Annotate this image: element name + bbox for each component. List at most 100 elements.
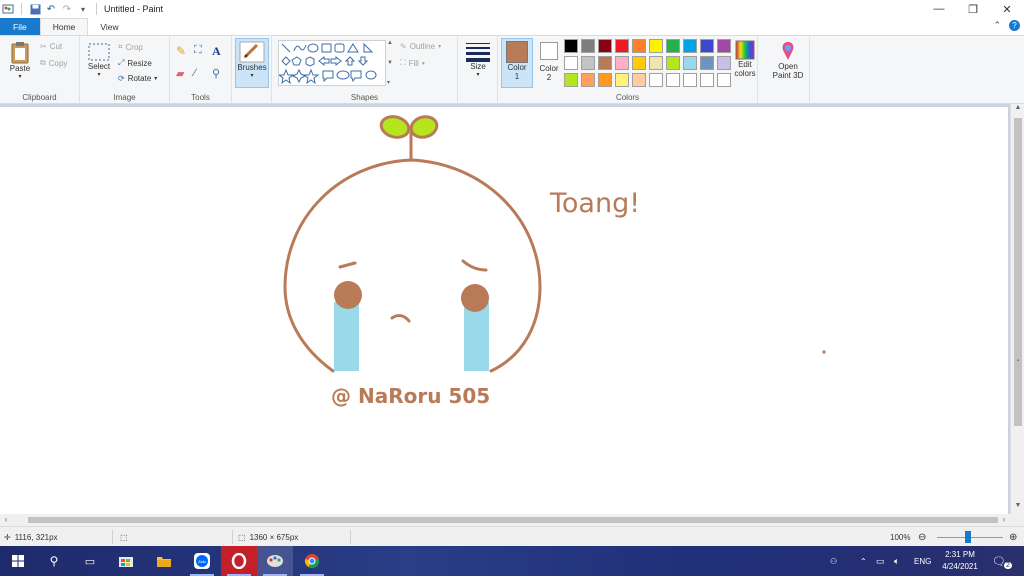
- select-button[interactable]: Select ▾: [84, 42, 114, 80]
- paste-button[interactable]: Paste ▾: [6, 40, 34, 82]
- color-picker-icon[interactable]: ⁄: [194, 67, 212, 80]
- palette-swatch[interactable]: [666, 73, 680, 87]
- file-explorer-icon[interactable]: [146, 546, 182, 576]
- horizontal-scroll-thumb[interactable]: [28, 517, 998, 523]
- customize-qat-icon[interactable]: ▾: [77, 3, 89, 15]
- palette-swatch[interactable]: [717, 56, 731, 70]
- palette-swatch[interactable]: [700, 73, 714, 87]
- task-view-icon[interactable]: ▭: [72, 546, 108, 576]
- taskbar-clock[interactable]: 2:31 PM 4/24/2021: [932, 549, 988, 573]
- size-button[interactable]: Size ▾: [464, 42, 492, 80]
- action-center-icon[interactable]: 🗨︎ 2: [992, 546, 1012, 576]
- palette-swatch[interactable]: [683, 56, 697, 70]
- palette-swatch[interactable]: [700, 56, 714, 70]
- chrome-icon[interactable]: [294, 546, 330, 576]
- minimize-ribbon-icon[interactable]: ⌃: [993, 20, 1001, 31]
- palette-swatch[interactable]: [649, 73, 663, 87]
- palette-swatch[interactable]: [717, 39, 731, 53]
- tab-view[interactable]: View: [88, 18, 130, 35]
- paste-dropdown-icon[interactable]: ▾: [18, 73, 21, 82]
- zoom-slider-thumb[interactable]: [965, 531, 971, 543]
- paint-taskbar-icon[interactable]: [257, 546, 293, 576]
- windows-store-icon[interactable]: [108, 546, 144, 576]
- zoom-in-icon[interactable]: ⊕: [1009, 527, 1017, 547]
- palette-swatch[interactable]: [564, 73, 578, 87]
- language-indicator[interactable]: ENG: [914, 546, 931, 576]
- minimize-button[interactable]: —: [922, 0, 956, 18]
- eraser-icon[interactable]: ▰: [176, 67, 194, 80]
- scroll-down-icon[interactable]: ▼: [1011, 502, 1024, 514]
- color1-button[interactable]: Color 1: [501, 38, 533, 88]
- palette-swatch[interactable]: [615, 73, 629, 87]
- palette-swatch[interactable]: [666, 39, 680, 53]
- vertical-scroll-thumb[interactable]: [1014, 118, 1022, 426]
- scroll-up-icon[interactable]: ▲: [1011, 104, 1024, 116]
- palette-swatch[interactable]: [632, 39, 646, 53]
- crop-button[interactable]: ⌗ Crop: [118, 42, 143, 52]
- palette-swatch[interactable]: [581, 39, 595, 53]
- horizontal-scrollbar[interactable]: ‹ ›: [0, 514, 1024, 526]
- scroll-right-icon[interactable]: ›: [998, 514, 1010, 526]
- edit-colors-button[interactable]: Edit colors: [730, 40, 760, 78]
- palette-swatch[interactable]: [615, 39, 629, 53]
- redo-icon[interactable]: ↷: [61, 3, 73, 15]
- close-button[interactable]: ✕: [990, 0, 1024, 18]
- palette-swatch[interactable]: [581, 56, 595, 70]
- palette-swatch[interactable]: [564, 39, 578, 53]
- show-hidden-icons[interactable]: ⌃: [860, 546, 867, 576]
- start-button[interactable]: [0, 546, 36, 576]
- undo-icon[interactable]: ↶: [45, 3, 57, 15]
- tab-file[interactable]: File: [0, 18, 40, 35]
- vertical-scrollbar[interactable]: ▲ ▪ ▼: [1010, 104, 1024, 514]
- paint-app-icon[interactable]: [2, 3, 14, 15]
- palette-swatch[interactable]: [632, 56, 646, 70]
- palette-swatch[interactable]: [598, 39, 612, 53]
- color2-button[interactable]: Color 2: [535, 40, 563, 82]
- resize-button[interactable]: ⤢ Resize: [118, 58, 152, 68]
- battery-icon[interactable]: ▭: [876, 546, 885, 576]
- outline-button[interactable]: ✎ Outline ▾: [400, 42, 441, 51]
- people-icon[interactable]: ⚇: [830, 546, 837, 576]
- restore-button[interactable]: ❐: [956, 0, 990, 18]
- zoom-out-icon[interactable]: ⊖: [918, 527, 926, 547]
- save-icon[interactable]: [29, 3, 41, 15]
- volume-icon[interactable]: 🔈︎: [894, 546, 899, 576]
- palette-swatch[interactable]: [649, 56, 663, 70]
- palette-swatch[interactable]: [700, 39, 714, 53]
- search-icon[interactable]: ⚲: [36, 546, 72, 576]
- image-group-label: Image: [113, 93, 136, 102]
- palette-swatch[interactable]: [632, 73, 646, 87]
- fill-button[interactable]: ⛶ Fill ▾: [400, 58, 425, 68]
- select-dropdown-icon[interactable]: ▾: [97, 71, 100, 80]
- palette-swatch[interactable]: [598, 73, 612, 87]
- drawing-canvas[interactable]: Toang! @ NaRoru 505: [0, 107, 1008, 514]
- copy-button[interactable]: ⧉ Copy: [40, 58, 67, 68]
- tab-home[interactable]: Home: [39, 18, 89, 35]
- palette-swatch[interactable]: [666, 56, 680, 70]
- pencil-icon[interactable]: ✎: [176, 44, 194, 59]
- opera-icon[interactable]: [221, 546, 257, 576]
- shapes-scroll[interactable]: ▲ ▼ ▾: [387, 40, 395, 86]
- brushes-group: Brushes ▾: [232, 36, 272, 104]
- palette-swatch[interactable]: [683, 73, 697, 87]
- palette-swatch[interactable]: [649, 39, 663, 53]
- open-paint3d-button[interactable]: Open Paint 3D: [768, 40, 808, 80]
- palette-swatch[interactable]: [683, 39, 697, 53]
- scroll-left-icon[interactable]: ‹: [0, 514, 12, 526]
- palette-swatch[interactable]: [598, 56, 612, 70]
- text-icon[interactable]: A: [212, 44, 230, 59]
- zalo-icon[interactable]: Zalo: [184, 546, 220, 576]
- shapes-gallery[interactable]: [277, 40, 386, 86]
- svg-text:Zalo: Zalo: [198, 559, 207, 564]
- magnifier-icon[interactable]: ⚲: [212, 67, 230, 80]
- help-icon[interactable]: ?: [1009, 20, 1020, 31]
- palette-swatch[interactable]: [564, 56, 578, 70]
- brushes-button[interactable]: Brushes ▾: [235, 38, 269, 88]
- palette-swatch[interactable]: [615, 56, 629, 70]
- cut-button[interactable]: ✂ Cut: [40, 42, 62, 51]
- rotate-button[interactable]: ⟳ Rotate ▾: [118, 74, 157, 83]
- palette-swatch[interactable]: [581, 73, 595, 87]
- fill-bucket-icon[interactable]: ⛶: [194, 44, 212, 59]
- resize-handle-icon[interactable]: ▪: [1011, 358, 1024, 368]
- palette-swatch[interactable]: [717, 73, 731, 87]
